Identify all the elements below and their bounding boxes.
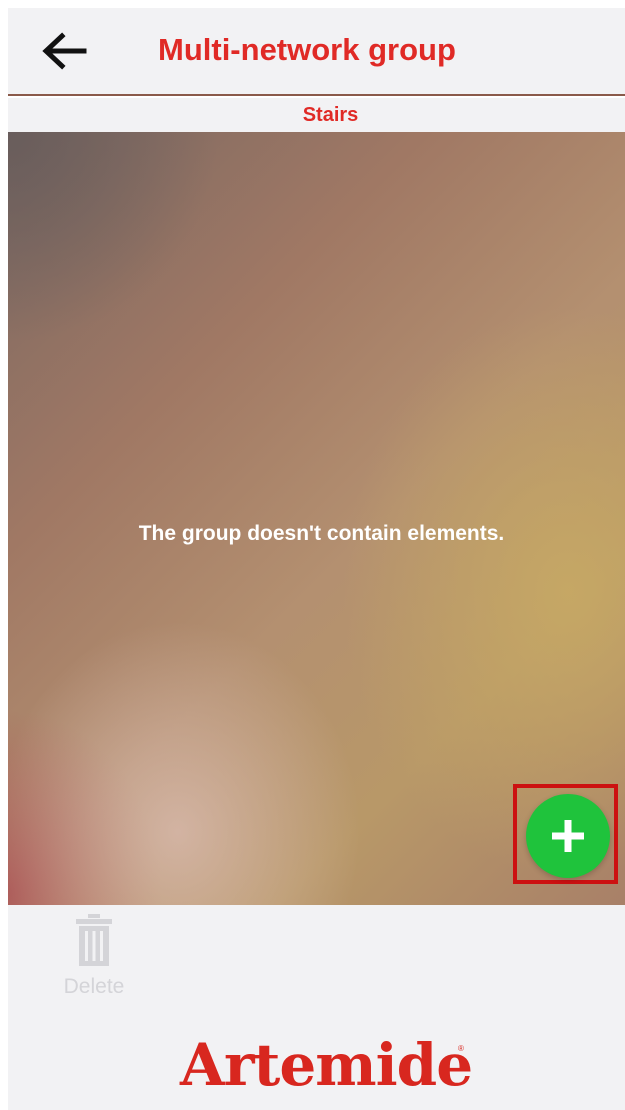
app-header: Multi-network group xyxy=(8,8,625,96)
plus-icon xyxy=(552,820,584,852)
footer: Artemide ® xyxy=(8,1018,625,1110)
screen: Multi-network group Stairs The group doe… xyxy=(0,0,625,1110)
back-button[interactable] xyxy=(38,28,90,74)
group-name-bar: Stairs xyxy=(8,98,625,132)
page-title: Multi-network group xyxy=(158,32,456,67)
group-content-area: The group doesn't contain elements. xyxy=(8,132,625,905)
add-element-button[interactable] xyxy=(526,794,610,878)
registered-mark: ® xyxy=(458,1044,464,1053)
bottom-toolbar: Delete xyxy=(8,905,625,1018)
empty-state-message: The group doesn't contain elements. xyxy=(138,522,505,545)
trash-icon xyxy=(76,914,112,966)
delete-label: Delete xyxy=(63,975,125,998)
delete-button[interactable]: Delete xyxy=(54,913,134,1013)
brand-logo: Artemide xyxy=(180,1031,473,1099)
group-name: Stairs xyxy=(302,103,359,126)
arrow-left-icon xyxy=(42,32,87,70)
